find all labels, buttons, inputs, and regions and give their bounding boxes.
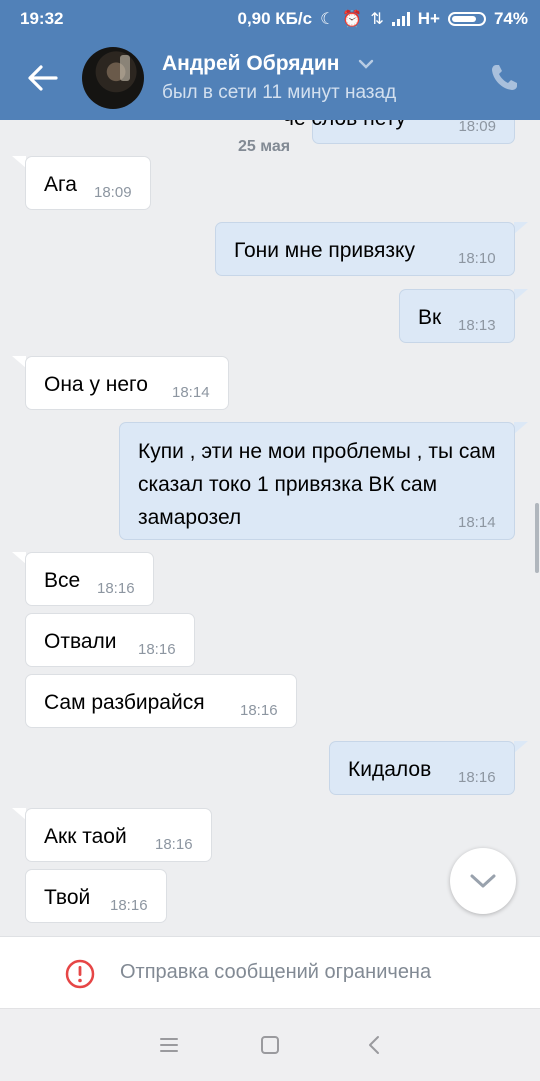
scrollbar[interactable] [535, 503, 539, 573]
date-separator: 25 мая [238, 138, 291, 155]
message-time: 18:09 [458, 120, 496, 135]
message-bubble-outgoing[interactable]: Кидалов 18:16 [329, 741, 515, 795]
contact-name[interactable]: Андрей Обрядин [162, 52, 339, 76]
moon-icon: ☾ [320, 11, 335, 28]
message-text: Ага [44, 173, 77, 196]
status-indicators: 0,90 КБ/с ☾ ⏰ ⇅ H+ 74% [237, 9, 528, 29]
message-bubble-incoming[interactable]: Ага 18:09 [25, 156, 151, 210]
message-time: 18:14 [172, 384, 210, 401]
status-time: 19:32 [20, 9, 64, 28]
message-bubble-incoming[interactable]: Она у него 18:14 [25, 356, 229, 410]
chevron-down-icon[interactable] [358, 58, 374, 70]
home-icon[interactable] [258, 1033, 282, 1057]
message-text: Вк [418, 306, 442, 329]
network-type: H+ [417, 9, 440, 28]
message-time: 18:16 [458, 769, 496, 786]
message-bubble-outgoing[interactable]: Вк 18:13 [399, 289, 515, 343]
menu-icon[interactable] [157, 1033, 181, 1057]
message-text: Твой [44, 886, 91, 909]
message-time: 18:16 [97, 580, 135, 597]
message-list[interactable]: че слов нету 18:09 25 мая Ага 18:09 Гони… [0, 120, 540, 936]
scroll-to-bottom-button[interactable] [450, 848, 516, 914]
message-bubble-outgoing[interactable]: че слов нету 18:09 [283, 120, 515, 144]
message-bubble-outgoing[interactable]: Гони мне привязку 18:10 [215, 222, 515, 276]
message-text: Все [44, 569, 81, 592]
phone-icon[interactable] [488, 62, 520, 94]
message-bubble-incoming[interactable]: Отвали 18:16 [25, 613, 195, 667]
message-bubble-incoming[interactable]: Твой 18:16 [25, 869, 167, 923]
message-bubble-incoming[interactable]: Сам разбирайся 18:16 [25, 674, 297, 728]
message-text: Кидалов [348, 758, 432, 781]
message-time: 18:16 [240, 702, 278, 719]
message-time: 18:14 [458, 514, 496, 531]
message-text: Сам разбирайся [44, 691, 205, 714]
back-icon[interactable] [363, 1033, 387, 1057]
system-navigation-bar [0, 1008, 540, 1081]
message-text: че слов нету [283, 120, 406, 135]
message-text: Купи , эти не мои проблемы , ты сам сказ… [138, 440, 496, 529]
status-bar: 19:32 0,90 КБ/с ☾ ⏰ ⇅ H+ 74% [0, 0, 540, 38]
message-time: 18:09 [94, 184, 132, 201]
message-text: Акк таой [44, 825, 127, 848]
message-time: 18:10 [458, 250, 496, 267]
message-time: 18:16 [155, 836, 193, 853]
message-text: Гони мне привязку [234, 239, 415, 262]
message-time: 18:16 [138, 641, 176, 658]
chevron-down-icon [470, 874, 496, 888]
alarm-icon: ⏰ [342, 11, 363, 28]
battery-level: 74% [493, 9, 528, 28]
data-transfer-icon: ⇅ [370, 11, 384, 28]
contact-avatar[interactable] [82, 47, 144, 109]
restriction-message: Отправка сообщений ограничена [120, 961, 432, 983]
network-speed: 0,90 КБ/с [237, 9, 313, 28]
message-bubble-incoming[interactable]: Все 18:16 [25, 552, 154, 606]
back-arrow-icon[interactable] [26, 62, 60, 94]
message-text: Отвали [44, 630, 117, 653]
message-bubble-incoming[interactable]: Акк таой 18:16 [25, 808, 212, 862]
message-time: 18:16 [110, 897, 148, 914]
chat-header: 19:32 0,90 КБ/с ☾ ⏰ ⇅ H+ 74% Андрей Обря… [0, 0, 540, 120]
contact-status: был в сети 11 минут назад [162, 82, 397, 103]
warning-icon [65, 959, 95, 989]
message-text: Она у него [44, 373, 148, 396]
messaging-restricted-bar: Отправка сообщений ограничена [0, 936, 540, 1009]
signal-icon [391, 12, 410, 26]
message-time: 18:13 [458, 317, 496, 334]
battery-icon [447, 12, 486, 26]
message-bubble-outgoing[interactable]: Купи , эти не мои проблемы , ты сам сказ… [119, 422, 515, 540]
